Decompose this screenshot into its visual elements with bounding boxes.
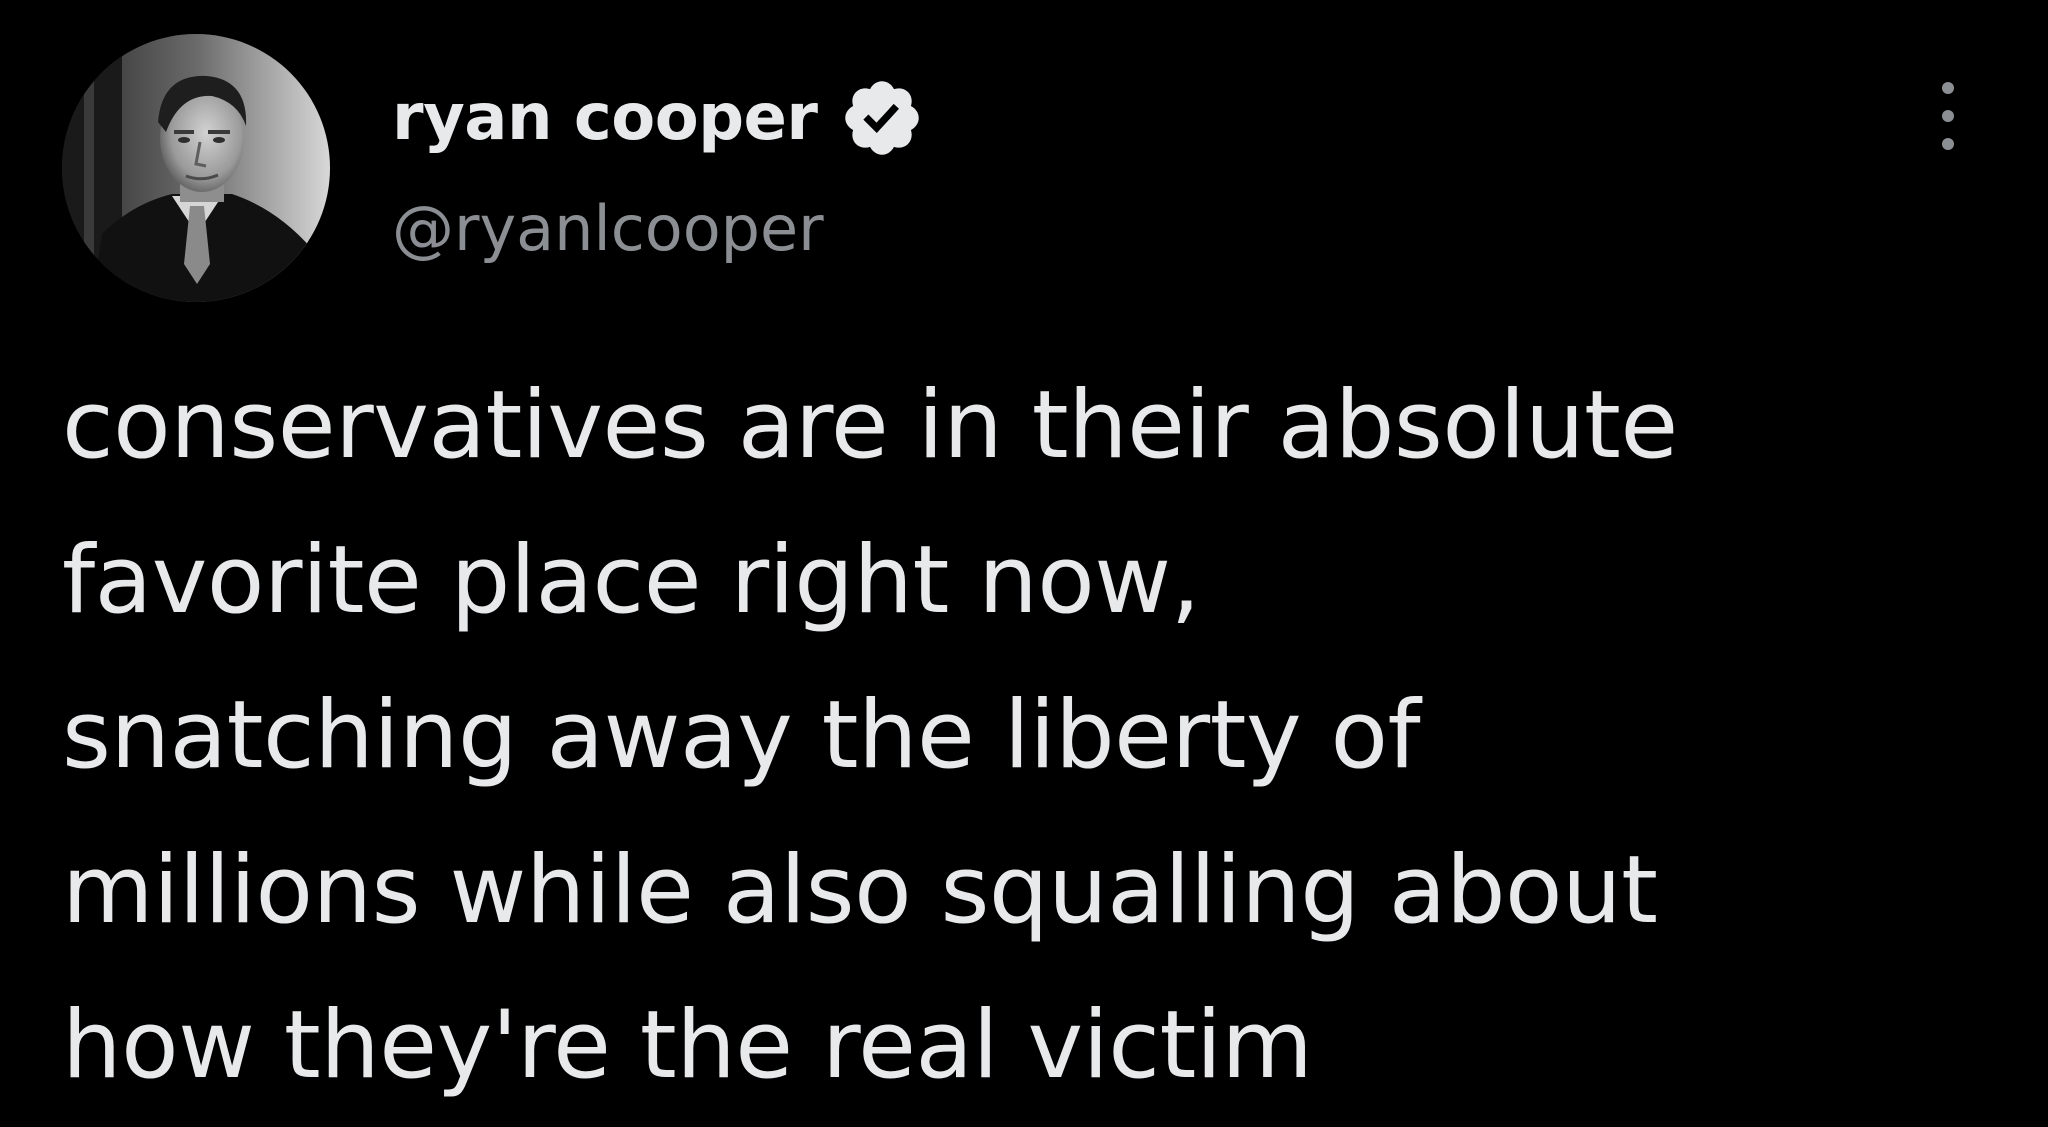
profile-photo-icon	[62, 34, 330, 302]
author-display-name[interactable]: ryan cooper	[392, 81, 818, 155]
tweet-text: conservatives are in their absolute favo…	[62, 348, 2022, 1123]
more-options-icon[interactable]	[1920, 80, 1976, 152]
avatar[interactable]	[62, 34, 330, 302]
more-dot	[1942, 110, 1954, 122]
tweet-text-line: conservatives are in their absolute	[62, 371, 1678, 480]
more-dot	[1942, 138, 1954, 150]
more-dot	[1942, 82, 1954, 94]
tweet-text-line: millions while also squalling about	[62, 836, 1658, 945]
tweet-card: ryan cooper @ryanlcooper conservatives a…	[0, 0, 2048, 1127]
tweet-text-line: snatching away the liberty of	[62, 681, 1421, 790]
tweet-text-line: favorite place right now,	[62, 526, 1201, 635]
author-handle[interactable]: @ryanlcooper	[392, 192, 824, 265]
author-name-row[interactable]: ryan cooper	[392, 68, 925, 168]
verified-badge-icon	[839, 75, 925, 161]
tweet-text-line: how they're the real victim	[62, 991, 1313, 1100]
